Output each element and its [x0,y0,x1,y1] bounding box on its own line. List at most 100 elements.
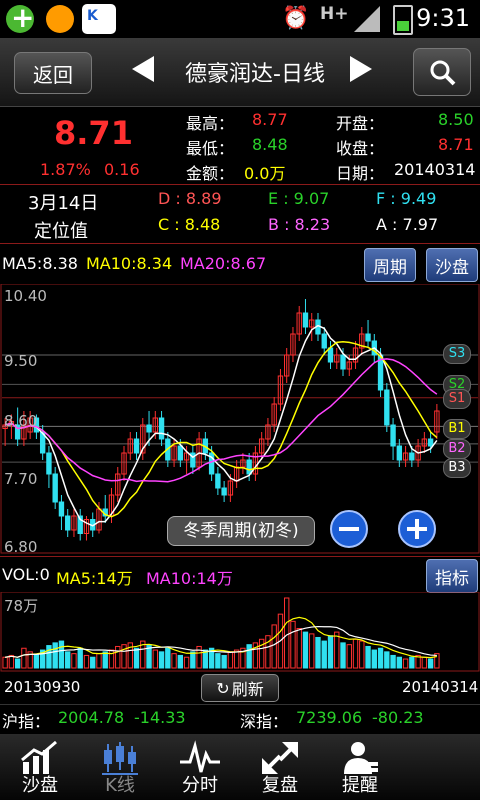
tab-timeshare[interactable]: 分时 [160,734,240,800]
volume-bar [121,644,127,669]
volume-bar [96,653,102,669]
volume-bar [402,658,409,669]
candle [177,445,184,461]
current-price: 8.71 [54,114,133,152]
volume-bar [90,656,96,669]
tab-kline-label: K线 [105,775,135,796]
stock-app-icon: K [82,4,116,34]
volume-bar [246,644,252,669]
volume-bar [133,647,140,669]
next-stock-icon[interactable] [350,56,372,82]
clock: 9:31 [416,4,470,32]
sh-index-value: 2004.78 [58,708,125,727]
volume-bar [427,658,434,669]
search-button[interactable] [413,48,471,96]
sz-index-value: 7239.06 [296,708,363,727]
tab-alert[interactable]: 提醒 [320,734,400,800]
level-date: 3月14日 [28,193,99,214]
volume-bar [271,624,277,669]
volume-bar [2,656,8,669]
minus-icon [339,527,359,531]
level-b: B : 8.23 [268,215,331,234]
battery-icon [393,5,413,35]
volume-bar [396,656,403,669]
close-label: 收盘： [336,139,385,158]
y-label-4: 6.80 [4,538,38,556]
add-icon: + [6,1,34,34]
candle [302,312,309,328]
candle [246,459,252,475]
end-date: 20140314 [402,678,479,696]
back-button[interactable]: 返回 [14,52,92,94]
volume-header: VOL:0 MA5:14万 MA10:14万 指标 [0,556,480,593]
volume-bar [359,640,365,669]
marker-s3: S3 [443,344,471,364]
volume-bar [165,647,171,669]
candle [327,347,334,363]
candle [65,515,71,531]
volume-bar [33,654,40,669]
volume-bar [346,644,352,669]
kline-chart[interactable]: 10.40 9.50 8.60 7.70 6.80 S3 S2 S1 B1 B2… [0,283,480,556]
date-label: 日期： [336,164,385,183]
index-bar: 沪指： 2004.78 -14.33 深指： 7239.06 -80.23 [0,704,480,733]
volume-bar [71,653,77,669]
open-label: 开盘： [336,114,385,133]
volume-bar [233,649,240,669]
tab-sandbox[interactable]: 沙盘 [0,734,80,800]
volume-bar [14,658,21,669]
start-date: 20130930 [4,678,81,696]
marker-s1: S1 [443,389,471,409]
volume-bar [21,647,27,669]
candle [340,354,346,370]
prev-stock-icon[interactable] [132,56,154,82]
zoom-in-button[interactable] [398,510,436,548]
refresh-button[interactable]: ↻ 刷新 [201,674,279,702]
marker-b1: B1 [443,419,471,439]
volume-bar [390,654,396,669]
tab-replay[interactable]: 复盘 [240,734,320,800]
status-bar: + K ⏰ H+ 9:31 [0,0,480,38]
marker-b2: B2 [443,439,471,459]
ma20-label: MA20:8.67 [180,254,267,273]
period-button[interactable]: 周期 [364,248,416,282]
volume-bar [58,640,65,669]
sz-index-change: -80.23 [372,708,424,727]
quote-panel: 8.71 1.87% 0.16 最高： 8.77 最低： 8.48 金额： 0.… [0,106,480,185]
date-value: 20140314 [394,160,476,179]
y-label-0: 10.40 [4,287,47,305]
volume-chart[interactable]: 78万 [0,591,480,672]
plus-icon-vertical [415,519,419,539]
season-label: 冬季周期(初冬) [167,516,315,546]
change-amount: 0.16 [104,160,140,179]
level-a: A : 7.97 [376,215,439,234]
candle [390,424,396,447]
sandbox-button[interactable]: 沙盘 [426,248,478,282]
volume-bar [183,656,190,669]
volume-footer: 20130930 ↻ 刷新 20140314 [0,672,480,702]
volume-bar [421,656,428,669]
volume-bar [8,654,15,669]
vol-ma5-label: MA5:14万 [56,569,133,588]
tab-kline[interactable]: K线 [80,734,160,800]
title-bar: 返回 德豪润达-日线 [0,38,480,107]
sz-index-label: 深指： [240,712,289,731]
tab-replay-label: 复盘 [262,775,298,796]
indicator-button[interactable]: 指标 [426,559,478,593]
volume-bar [52,642,58,669]
volume-bar [221,654,227,669]
tab-alert-label: 提醒 [342,775,378,796]
volume-bar [290,620,296,669]
level-d: D : 8.89 [158,189,222,208]
high-value: 8.77 [252,110,288,129]
volume-bar [371,649,377,669]
candle [146,424,152,433]
candle [427,438,434,447]
volume-bar [258,638,265,669]
volume-bar [77,647,83,669]
ma5-line [4,324,438,527]
signal-icon [352,4,382,32]
change-percent: 1.87% [40,160,91,179]
candle [133,438,140,454]
zoom-out-button[interactable] [330,510,368,548]
